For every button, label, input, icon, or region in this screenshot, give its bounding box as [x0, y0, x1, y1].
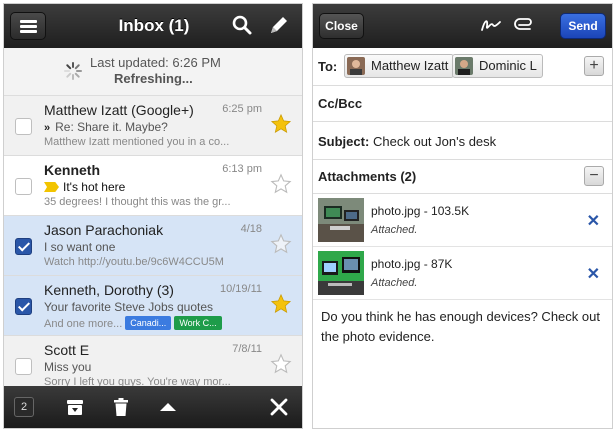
inbox-screen: Inbox (1) Last updated: 6:26 PM Refreshi…	[3, 3, 303, 429]
attachment-item[interactable]: photo.jpg - 103.5K Attached. ✕	[313, 194, 612, 247]
message-date: 6:25 pm	[222, 103, 262, 115]
message-date: 7/8/11	[232, 343, 262, 355]
label-chip: Canadi...	[125, 316, 172, 330]
message-row[interactable]: Kenneth 6:13 pm It's hot here 35 degrees…	[4, 156, 302, 216]
selected-count-badge: 2	[14, 397, 34, 417]
message-snippet: 35 degrees! I thought this was the gr...	[44, 196, 231, 208]
signature-icon[interactable]	[479, 13, 503, 37]
message-sender: Scott E	[44, 342, 90, 358]
remove-attachment-icon[interactable]: ✕	[587, 264, 600, 284]
move-up-icon[interactable]	[157, 396, 179, 418]
attachment-status: Attached.	[371, 224, 418, 236]
message-date: 10/19/11	[219, 283, 262, 295]
minus-icon: −	[589, 167, 599, 184]
collapse-attachments-button[interactable]: −	[584, 166, 604, 186]
subject-value: Check out Jon's desk	[373, 134, 497, 149]
message-sender: Jason Parachoniak	[44, 222, 164, 238]
menu-button[interactable]	[10, 12, 46, 40]
avatar	[455, 57, 473, 75]
attachment-thumbnail	[318, 198, 364, 242]
recipient-chip[interactable]: Matthew Izatt	[344, 54, 455, 78]
to-field[interactable]: To: Matthew Izatt Dominic L +	[313, 48, 612, 86]
message-body[interactable]: Do you think he has enough devices? Chec…	[321, 307, 607, 347]
attachment-thumbnail	[318, 251, 364, 295]
message-row[interactable]: Matthew Izatt (Google+) 6:25 pm » Re: Sha…	[4, 96, 302, 156]
message-date: 6:13 pm	[222, 163, 262, 175]
attachment-status: Attached.	[371, 277, 418, 289]
message-sender: Matthew Izatt (Google+)	[44, 102, 194, 118]
compose-top-bar: Close Send	[313, 4, 612, 48]
inbox-top-bar: Inbox (1)	[4, 4, 302, 48]
paperclip-icon[interactable]	[513, 13, 537, 37]
star-empty-icon[interactable]	[270, 173, 292, 195]
send-button[interactable]: Send	[560, 13, 606, 39]
message-subject: » Re: Share it. Maybe?	[44, 120, 168, 134]
menu-icon	[20, 20, 37, 23]
important-marker-icon	[44, 182, 59, 192]
last-updated-text: Last updated: 6:26 PM	[90, 55, 221, 70]
select-checkbox[interactable]	[15, 298, 32, 315]
message-snippet: Watch http://youtu.be/9c6W4CCU5M	[44, 256, 224, 268]
message-row[interactable]: Jason Parachoniak 4/18 I so want one Wat…	[4, 216, 302, 276]
select-checkbox[interactable]	[15, 358, 32, 375]
attachment-name: photo.jpg - 103.5K	[371, 204, 470, 218]
recipient-chip[interactable]: Dominic L	[452, 54, 543, 78]
attachments-label: Attachments (2)	[318, 169, 417, 184]
compose-pencil-icon[interactable]	[267, 13, 291, 37]
refreshing-text: Refreshing...	[114, 71, 193, 86]
message-subject: Miss you	[44, 360, 92, 374]
star-filled-icon[interactable]	[270, 293, 292, 315]
close-button[interactable]: Close	[319, 13, 364, 39]
loading-spinner-icon	[64, 62, 82, 80]
select-checkbox[interactable]	[15, 118, 32, 135]
refresh-status: Last updated: 6:26 PM Refreshing...	[4, 48, 302, 96]
inbox-bottom-toolbar: 2	[4, 386, 302, 428]
search-icon[interactable]	[230, 13, 254, 37]
attachment-item[interactable]: photo.jpg - 87K Attached. ✕	[313, 247, 612, 300]
close-selection-icon[interactable]	[268, 396, 290, 418]
add-recipient-button[interactable]: +	[584, 56, 604, 76]
message-subject: It's hot here	[44, 180, 125, 194]
star-empty-icon[interactable]	[270, 233, 292, 255]
recipient-name: Matthew Izatt	[371, 58, 449, 73]
inbox-title: Inbox (1)	[118, 16, 190, 35]
message-sender: Kenneth, Dorothy (3)	[44, 282, 174, 298]
avatar	[347, 57, 365, 75]
attachments-header: Attachments (2) −	[313, 160, 612, 194]
message-row[interactable]: Kenneth, Dorothy (3) 10/19/11 Your favor…	[4, 276, 302, 336]
subject-label: Subject:	[318, 134, 370, 149]
message-sender: Kenneth	[44, 162, 100, 178]
attachment-name: photo.jpg - 87K	[371, 257, 453, 271]
star-filled-icon[interactable]	[270, 113, 292, 135]
cc-bcc-field[interactable]: Cc/Bcc	[313, 86, 612, 122]
message-snippet: And one more... Canadi... Work C...	[44, 316, 256, 330]
archive-icon[interactable]	[64, 396, 86, 418]
message-subject: I so want one	[44, 240, 116, 254]
label-chip: Work C...	[174, 316, 222, 330]
remove-attachment-icon[interactable]: ✕	[587, 211, 600, 231]
cc-bcc-label: Cc/Bcc	[318, 96, 363, 111]
message-snippet: Matthew Izatt mentioned you in a co...	[44, 136, 230, 148]
subject-field[interactable]: Subject: Check out Jon's desk	[313, 122, 612, 160]
recipient-name: Dominic L	[479, 58, 537, 73]
select-checkbox[interactable]	[15, 178, 32, 195]
plus-icon: +	[589, 57, 599, 74]
message-date: 4/18	[240, 223, 262, 235]
trash-icon[interactable]	[110, 396, 132, 418]
message-subject: Your favorite Steve Jobs quotes	[44, 300, 213, 314]
personal-level-indicator: »	[44, 122, 51, 134]
to-label: To:	[318, 59, 338, 74]
select-checkbox[interactable]	[15, 238, 32, 255]
star-empty-icon[interactable]	[270, 353, 292, 375]
compose-screen: Close Send To: Matthew Izatt Dominic L +…	[312, 3, 613, 429]
